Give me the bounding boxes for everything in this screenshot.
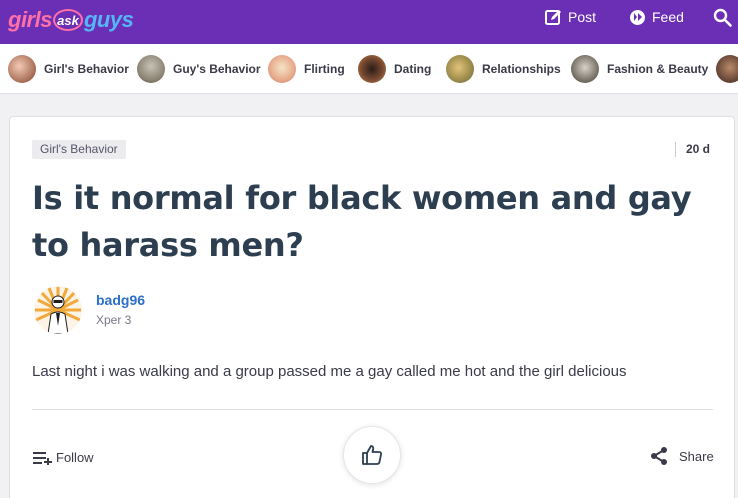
category-relationships[interactable]: Relationships xyxy=(446,55,561,83)
logo-text-girls: girls xyxy=(8,7,52,32)
category-fashion-beauty[interactable]: Fashion & Beauty xyxy=(571,55,708,83)
question-title: Is it normal for black women and gay to … xyxy=(32,179,692,264)
site-logo[interactable]: girls ask guys xyxy=(8,3,134,37)
post-button[interactable]: Post xyxy=(545,7,596,27)
question-age: 20 d xyxy=(674,142,710,157)
logo-text-guys: guys xyxy=(83,7,134,32)
thumbs-up-icon xyxy=(362,445,382,465)
divider xyxy=(32,409,713,410)
category-guys-behavior[interactable]: Guy's Behavior xyxy=(137,55,261,83)
share-icon xyxy=(651,447,667,465)
category-tag[interactable]: Girl's Behavior xyxy=(32,140,126,159)
share-button[interactable]: Share xyxy=(649,445,714,467)
author-level: Xper 3 xyxy=(96,313,132,327)
author-username[interactable]: badg96 xyxy=(96,292,145,308)
category-girls-behavior[interactable]: Girl's Behavior xyxy=(8,55,129,83)
category-bar: Girl's Behavior Guy's Behavior Flirting … xyxy=(0,44,738,94)
follow-list-icon xyxy=(33,452,52,465)
author-avatar[interactable] xyxy=(34,286,82,334)
category-dating[interactable]: Dating xyxy=(358,55,431,83)
feed-icon xyxy=(630,9,645,25)
category-thumbnail xyxy=(137,55,165,83)
question-card: Girl's Behavior 20 d Is it normal for bl… xyxy=(9,116,735,498)
avatar-image xyxy=(34,286,82,334)
top-navigation-bar: girls ask guys Post Feed xyxy=(0,0,738,44)
category-thumbnail xyxy=(8,55,36,83)
category-label: Relationships xyxy=(482,62,561,76)
post-button-label: Post xyxy=(568,9,597,25)
category-thumbnail xyxy=(716,55,738,83)
category-thumbnail xyxy=(268,55,296,83)
category-thumbnail xyxy=(446,55,474,83)
like-button[interactable] xyxy=(343,426,401,484)
search-icon xyxy=(713,8,732,27)
category-flirting[interactable]: Flirting xyxy=(268,55,345,83)
category-label: Girl's Behavior xyxy=(44,62,129,76)
category-label: Flirting xyxy=(304,62,345,76)
category-label: Fashion & Beauty xyxy=(607,62,709,76)
category-next[interactable] xyxy=(716,55,738,83)
category-label: Dating xyxy=(394,62,432,76)
follow-button-label: Follow xyxy=(56,449,94,465)
search-button[interactable] xyxy=(713,7,738,27)
feed-button[interactable]: Feed xyxy=(629,7,684,27)
logo-text-ask: ask xyxy=(52,9,83,31)
category-thumbnail xyxy=(358,55,386,83)
category-thumbnail xyxy=(571,55,599,83)
category-label: Guy's Behavior xyxy=(173,62,261,76)
share-button-label: Share xyxy=(679,448,714,464)
feed-button-label: Feed xyxy=(652,9,684,25)
question-body: Last night i was walking and a group pas… xyxy=(32,363,627,380)
follow-button[interactable]: Follow xyxy=(32,447,94,467)
edit-icon xyxy=(545,9,561,25)
